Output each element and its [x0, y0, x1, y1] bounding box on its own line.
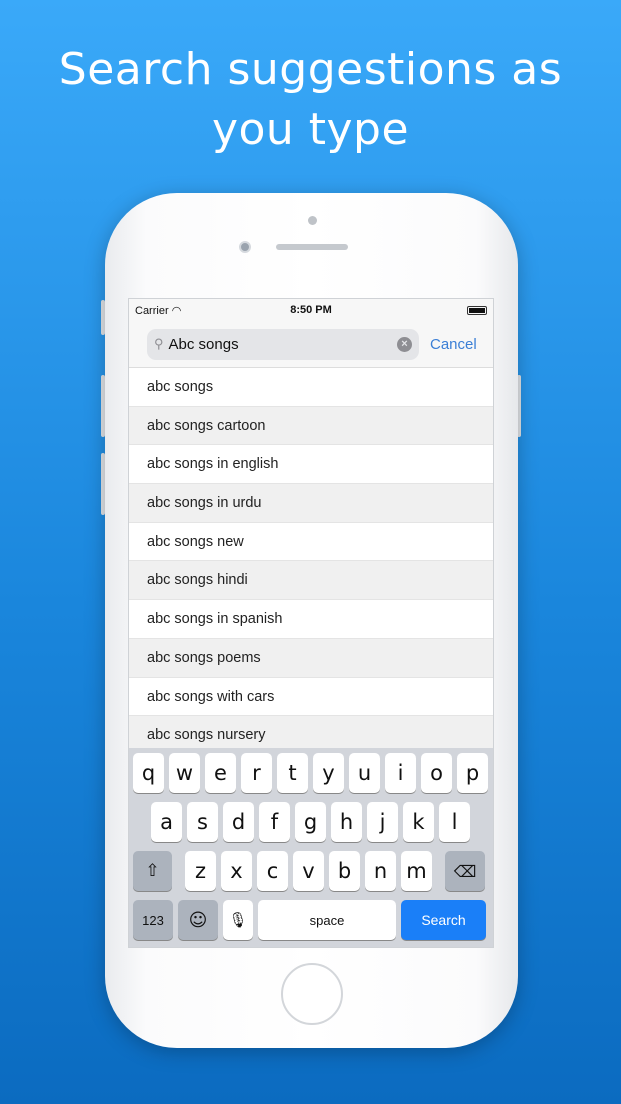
key-o[interactable]: o [421, 753, 452, 793]
search-key[interactable]: Search [401, 900, 486, 940]
key-i[interactable]: i [385, 753, 416, 793]
key-t[interactable]: t [277, 753, 308, 793]
front-camera [239, 241, 251, 253]
key-h[interactable]: h [331, 802, 362, 842]
suggestion-item[interactable]: abc songs [129, 368, 493, 407]
search-input[interactable]: ⚲ Abc songs × [147, 328, 419, 360]
emoji-key[interactable]: ☺ [178, 900, 218, 940]
keyboard-row-3: ⇧ z x c v b n m ⌫ [129, 851, 493, 891]
suggestion-item[interactable]: abc songs new [129, 522, 493, 562]
key-m[interactable]: m [401, 851, 432, 891]
suggestion-item[interactable]: abc songs in english [129, 445, 493, 485]
numbers-key[interactable]: 123 [133, 900, 173, 940]
status-bar: Carrier ︎◠ 8:50 PM [129, 299, 493, 321]
key-w[interactable]: w [169, 753, 200, 793]
key-p[interactable]: p [457, 753, 488, 793]
suggestion-item[interactable]: abc songs in urdu [129, 484, 493, 523]
headline-line-1: Search suggestions as [58, 44, 563, 95]
key-a[interactable]: a [151, 802, 182, 842]
microphone-icon: 🎙︎ [228, 911, 248, 929]
key-f[interactable]: f [259, 802, 290, 842]
suggestion-item[interactable]: abc songs with cars [129, 677, 493, 717]
shift-icon: ⇧ [145, 861, 160, 881]
home-button[interactable] [281, 963, 343, 1025]
shift-key[interactable]: ⇧ [133, 851, 172, 891]
key-k[interactable]: k [403, 802, 434, 842]
earpiece-speaker [276, 244, 348, 250]
space-key[interactable]: space [258, 900, 396, 940]
key-e[interactable]: e [205, 753, 236, 793]
search-input-value: Abc songs [168, 335, 239, 353]
keyboard: qwertyuiop asdfghjkl ⇧ z x c v b n m ⌫ 123 ☺ 🎙︎… [129, 748, 493, 947]
suggestion-item[interactable]: abc songs cartoon [129, 406, 493, 446]
dictation-key[interactable]: 🎙︎ [223, 900, 253, 940]
key-n[interactable]: n [365, 851, 396, 891]
backspace-icon: ⌫ [453, 861, 477, 881]
delete-key[interactable]: ⌫ [445, 851, 485, 891]
keyboard-row-2: asdfghjkl [129, 802, 493, 842]
key-j[interactable]: j [367, 802, 398, 842]
suggestion-item[interactable]: abc songs hindi [129, 561, 493, 601]
key-s[interactable]: s [187, 802, 218, 842]
cancel-button[interactable]: Cancel [430, 336, 477, 353]
phone-screen: Carrier ︎◠ 8:50 PM ⚲ Abc songs × Cancel … [128, 298, 494, 948]
key-q[interactable]: q [133, 753, 164, 793]
key-v[interactable]: v [293, 851, 324, 891]
key-z[interactable]: z [185, 851, 216, 891]
headline: Search suggestions as you type [0, 40, 621, 160]
keyboard-row-1: qwertyuiop [129, 753, 493, 793]
status-time: 8:50 PM [290, 304, 332, 316]
key-g[interactable]: g [295, 802, 326, 842]
key-d[interactable]: d [223, 802, 254, 842]
key-c[interactable]: c [257, 851, 288, 891]
search-bar: ⚲ Abc songs × Cancel [129, 321, 493, 368]
suggestion-item[interactable]: abc songs poems [129, 638, 493, 678]
key-r[interactable]: r [241, 753, 272, 793]
headline-line-2: you type [211, 104, 410, 155]
proximity-sensor [308, 216, 317, 225]
key-b[interactable]: b [329, 851, 360, 891]
keyboard-row-4: 123 ☺ 🎙︎ space Search [129, 900, 493, 940]
emoji-icon: ☺ [188, 909, 208, 931]
key-u[interactable]: u [349, 753, 380, 793]
key-x[interactable]: x [221, 851, 252, 891]
key-y[interactable]: y [313, 753, 344, 793]
key-l[interactable]: l [439, 802, 470, 842]
clear-icon[interactable]: × [397, 336, 412, 352]
suggestion-item[interactable]: abc songs in spanish [129, 600, 493, 639]
search-icon: ⚲ [154, 336, 164, 351]
suggestion-list: abc songs abc songs cartoon abc songs in e… [129, 368, 493, 755]
